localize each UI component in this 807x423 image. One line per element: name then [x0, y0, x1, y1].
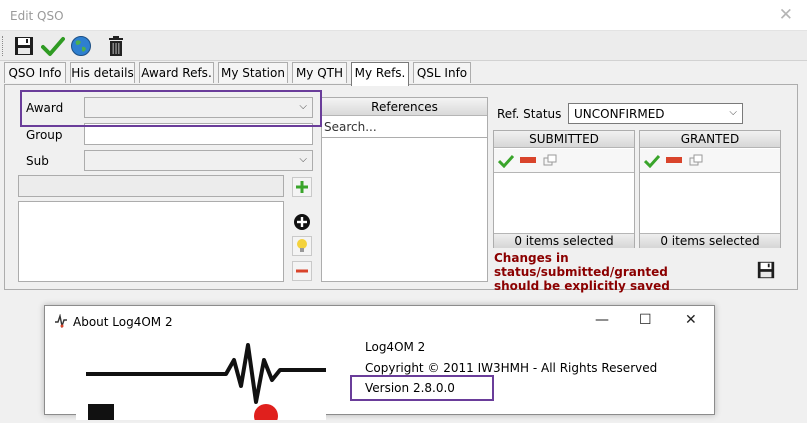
ref-status-value: UNCONFIRMED [574, 107, 665, 121]
about-title: About Log4OM 2 [73, 315, 173, 329]
tab-qso-info[interactable]: QSO Info [4, 62, 66, 83]
submitted-header: SUBMITTED [494, 131, 634, 148]
app-icon [55, 314, 67, 328]
ref-status-dropdown[interactable]: UNCONFIRMED ⌵ [568, 103, 743, 124]
tab-my-qth[interactable]: My QTH [292, 62, 347, 83]
ref-status-label: Ref. Status [497, 107, 562, 121]
award-dropdown[interactable]: ⌵ [84, 97, 313, 118]
save-icon [757, 261, 775, 279]
window-titlebar: Edit QSO ✕ [0, 0, 807, 31]
plus-circle-icon [294, 214, 310, 230]
about-copyright: Copyright © 2011 IW3HMH - All Rights Res… [365, 361, 658, 375]
chevron-down-icon: ⌵ [299, 154, 307, 165]
add-reference-button[interactable] [292, 177, 312, 197]
granted-list[interactable] [640, 173, 780, 233]
references-header: References [322, 98, 487, 116]
granted-panel: GRANTED 0 items selected [639, 130, 781, 248]
minus-icon [296, 269, 308, 273]
reference-list[interactable] [18, 201, 284, 282]
sub-dropdown[interactable]: ⌵ [84, 150, 313, 171]
chevron-down-icon: ⌵ [729, 107, 737, 118]
save-warning: Changes in status/submitted/granted shou… [494, 251, 744, 293]
tab-his-details[interactable]: His details [70, 62, 135, 83]
save-icon[interactable] [12, 34, 36, 58]
remove-reference-button[interactable] [292, 261, 312, 281]
award-label: Award [26, 101, 64, 115]
tab-my-refs[interactable]: My Refs. [351, 62, 409, 86]
minus-icon[interactable] [520, 157, 536, 163]
trash-icon[interactable] [104, 34, 128, 58]
about-version: Version 2.8.0.0 [365, 381, 455, 395]
toolbar [0, 31, 807, 61]
add-circle-button[interactable] [292, 212, 312, 232]
check-icon[interactable] [498, 154, 514, 168]
references-panel: References Search... [321, 97, 488, 282]
save-warning-line2: should be explicitly saved [494, 279, 670, 293]
about-titlebar: About Log4OM 2 — ☐ ✕ [45, 306, 714, 336]
about-dialog: About Log4OM 2 — ☐ ✕ Log4OM 2 Copyright … [44, 305, 715, 423]
copy-icon[interactable] [543, 154, 557, 166]
granted-count: 0 items selected [640, 233, 780, 248]
save-refs-button[interactable] [754, 258, 778, 282]
about-app-name: Log4OM 2 [365, 340, 426, 354]
tab-my-station[interactable]: My Station [218, 62, 288, 83]
references-search-input[interactable]: Search... [322, 117, 487, 138]
check-icon[interactable] [644, 154, 660, 168]
window-title: Edit QSO [10, 9, 64, 23]
submitted-toolbar [494, 149, 634, 173]
group-field[interactable] [84, 123, 313, 145]
minus-icon[interactable] [666, 157, 682, 163]
submitted-count: 0 items selected [494, 233, 634, 248]
maximize-icon[interactable]: ☐ [639, 312, 652, 328]
tab-qsl-info[interactable]: QSL Info [413, 62, 471, 83]
group-label: Group [26, 128, 63, 142]
copy-icon[interactable] [689, 154, 703, 166]
globe-icon[interactable] [69, 34, 93, 58]
confirm-check-icon[interactable] [41, 34, 65, 58]
reference-input[interactable] [18, 175, 284, 197]
close-icon[interactable]: ✕ [779, 5, 793, 25]
chevron-down-icon: ⌵ [299, 101, 307, 112]
submitted-list[interactable] [494, 173, 634, 233]
minimize-icon[interactable]: — [595, 312, 609, 328]
log4om-logo [76, 340, 326, 423]
granted-header: GRANTED [640, 131, 780, 148]
granted-toolbar [640, 149, 780, 173]
lightbulb-icon [297, 239, 307, 252]
submitted-panel: SUBMITTED 0 items selected [493, 130, 635, 248]
close-icon[interactable]: ✕ [685, 312, 697, 328]
save-warning-line1: Changes in status/submitted/granted [494, 251, 668, 279]
sub-label: Sub [26, 154, 49, 168]
toolbar-grip[interactable] [2, 36, 5, 56]
tip-button[interactable] [292, 236, 312, 256]
plus-icon [296, 181, 308, 193]
tab-award-refs[interactable]: Award Refs. [139, 62, 214, 83]
